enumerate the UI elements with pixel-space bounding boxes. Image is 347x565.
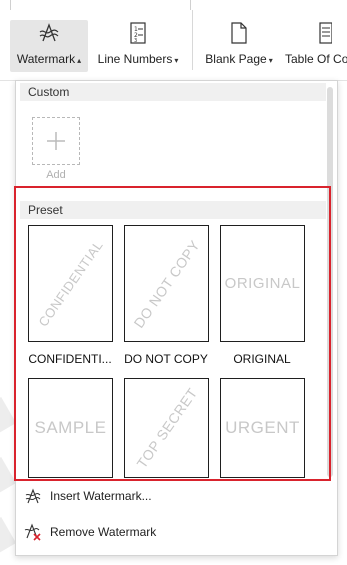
remove-watermark-label: Remove Watermark: [50, 525, 157, 539]
watermark-preview-text: ORIGINAL: [224, 275, 301, 292]
insert-watermark-label: Insert Watermark...: [50, 489, 152, 503]
add-label: Add: [46, 169, 66, 181]
ribbon-separator: [192, 10, 193, 70]
blank-page-button[interactable]: Blank Page ▾: [200, 20, 278, 72]
watermark-dropdown: Custom Add Preset CONFIDENTIAL CONFIDENT…: [14, 80, 338, 556]
line-numbers-icon: 1 2 3: [127, 20, 149, 46]
watermark-preview-text: SAMPLE: [34, 418, 107, 437]
watermark-icon: [37, 20, 61, 46]
preset-tile-confidential[interactable]: CONFIDENTIAL: [28, 225, 113, 342]
preset-tile-do-not-copy[interactable]: DO NOT COPY: [124, 225, 209, 342]
preset-label: DO NOT COPY: [124, 352, 208, 366]
insert-watermark-menu-item[interactable]: Insert Watermark...: [24, 483, 324, 509]
add-custom-watermark-button[interactable]: [32, 117, 80, 165]
watermark-preview-text: TOP SECRET: [133, 384, 201, 472]
custom-section-header: Custom: [20, 83, 326, 101]
preset-tile-sample[interactable]: SAMPLE: [28, 378, 113, 478]
preset-section-header: Preset: [20, 201, 326, 219]
chevron-down-icon: ▾: [174, 55, 179, 65]
preset-label: CONFIDENTI...: [28, 352, 112, 366]
ribbon-toolbar: Watermark ▴ 1 2 3 Line Numbers ▾ Blank Pag…: [0, 0, 347, 81]
scrollbar[interactable]: [327, 87, 333, 477]
preset-tile-urgent[interactable]: URGENT: [220, 378, 305, 478]
ribbon-divider: [190, 0, 191, 10]
remove-watermark-icon: [24, 523, 42, 541]
table-of-contents-button[interactable]: Table Of Co: [285, 20, 347, 72]
preset-label: ORIGINAL: [233, 352, 291, 366]
line-numbers-label: Line Numbers: [97, 52, 173, 66]
preset-tile-original[interactable]: ORIGINAL: [220, 225, 305, 342]
svg-text:3: 3: [134, 38, 137, 44]
chevron-down-icon: ▾: [268, 55, 273, 65]
blank-page-icon: [228, 20, 250, 46]
watermark-preview-text: CONFIDENTIAL: [35, 237, 106, 330]
watermark-button[interactable]: Watermark ▴: [10, 20, 88, 72]
chevron-down-icon: ▴: [77, 55, 82, 65]
add-icon: [47, 132, 65, 150]
insert-watermark-icon: [24, 487, 42, 505]
blank-page-label: Blank Page: [205, 52, 267, 66]
table-of-contents-label: Table Of Co: [285, 52, 347, 66]
line-numbers-button[interactable]: 1 2 3 Line Numbers ▾: [92, 20, 184, 72]
remove-watermark-menu-item[interactable]: Remove Watermark: [24, 519, 324, 545]
ribbon-divider: [10, 0, 11, 10]
preset-tile-top-secret[interactable]: TOP SECRET: [124, 378, 209, 478]
watermark-preview-text: URGENT: [225, 418, 300, 437]
watermark-label: Watermark: [16, 52, 76, 66]
watermark-preview-text: DO NOT COPY: [130, 236, 203, 331]
table-of-contents-icon: [308, 20, 332, 46]
